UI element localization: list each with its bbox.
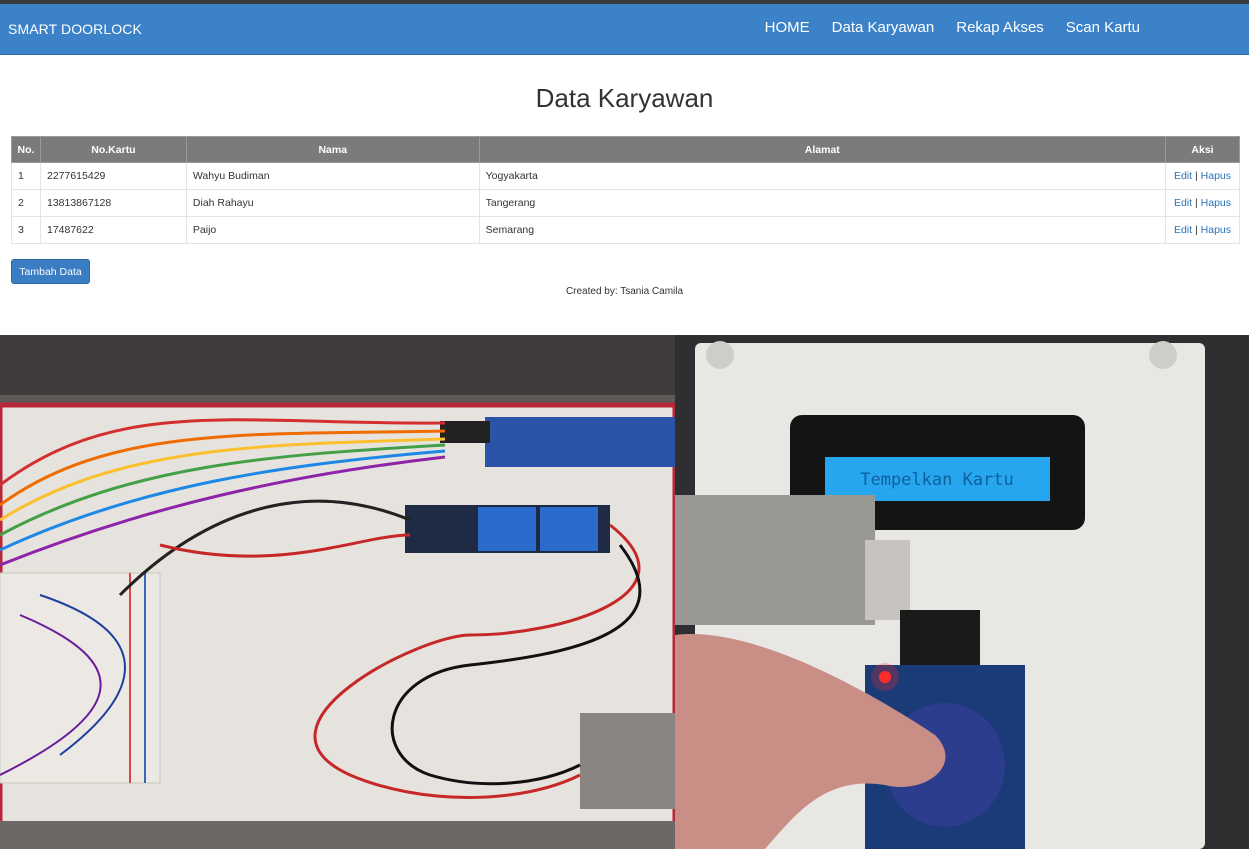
cell-no: 2 [11,189,41,217]
cell-aksi: Edit | Hapus [1164,162,1241,190]
edit-link[interactable]: Edit [1174,197,1192,209]
cell-alamat: Tangerang [478,189,1166,217]
nav-link-home[interactable]: HOME [765,19,810,36]
cell-no-kartu: 2277615429 [39,162,187,190]
cell-aksi: Edit | Hapus [1164,189,1241,217]
cell-no-kartu: 13813867128 [39,189,187,217]
cell-alamat: Yogyakarta [478,162,1166,190]
delete-link[interactable]: Hapus [1201,197,1231,209]
action-separator: | [1194,224,1198,236]
table-row: 1 2277615429 Wahyu Budiman Yogyakarta Ed… [11,162,1241,190]
nav-link-rekap-akses[interactable]: Rekap Akses [956,19,1044,36]
device-lcd-photo: Tempelkan Kartu [675,335,1249,849]
cell-no-kartu: 17487622 [39,216,187,244]
delete-link[interactable]: Hapus [1201,224,1231,236]
header-aksi: Aksi [1164,136,1241,163]
nav-link-scan-kartu[interactable]: Scan Kartu [1066,19,1140,36]
edit-link[interactable]: Edit [1174,170,1192,182]
table-row: 3 17487622 Paijo Semarang Edit | Hapus [11,216,1241,244]
footer-credit: Created by: Tsania Camila [565,286,684,297]
table-header-row: No. No.Kartu Nama Alamat Aksi [11,136,1241,163]
add-data-button[interactable]: Tambah Data [11,259,90,284]
edit-link[interactable]: Edit [1174,224,1192,236]
header-alamat: Alamat [478,136,1166,163]
delete-link[interactable]: Hapus [1201,170,1231,182]
action-separator: | [1194,197,1198,209]
prototype-wiring-photo [0,335,675,849]
cell-nama: Paijo [185,216,480,244]
employee-table: No. No.Kartu Nama Alamat Aksi 1 22776154… [11,136,1241,244]
cell-nama: Diah Rahayu [185,189,480,217]
action-separator: | [1194,170,1198,182]
header-no-kartu: No.Kartu [39,136,187,163]
cell-nama: Wahyu Budiman [185,162,480,190]
device-illustration: Tempelkan Kartu [675,335,1249,849]
brand-logo-text[interactable]: SMART DOORLOCK [8,21,142,37]
nav-link-data-karyawan[interactable]: Data Karyawan [832,19,935,36]
cell-no: 3 [11,216,41,244]
navbar: SMART DOORLOCK HOME Data Karyawan Rekap … [0,4,1249,55]
page-title: Data Karyawan [535,83,714,113]
header-no: No. [11,136,41,163]
nav-links: HOME Data Karyawan Rekap Akses Scan Kart… [765,19,1140,36]
header-nama: Nama [185,136,480,163]
wiring-illustration [0,335,675,849]
lcd-text: Tempelkan Kartu [860,470,1014,490]
cell-no: 1 [11,162,41,190]
cell-aksi: Edit | Hapus [1164,216,1241,244]
table-row: 2 13813867128 Diah Rahayu Tangerang Edit… [11,189,1241,217]
cell-alamat: Semarang [478,216,1166,244]
